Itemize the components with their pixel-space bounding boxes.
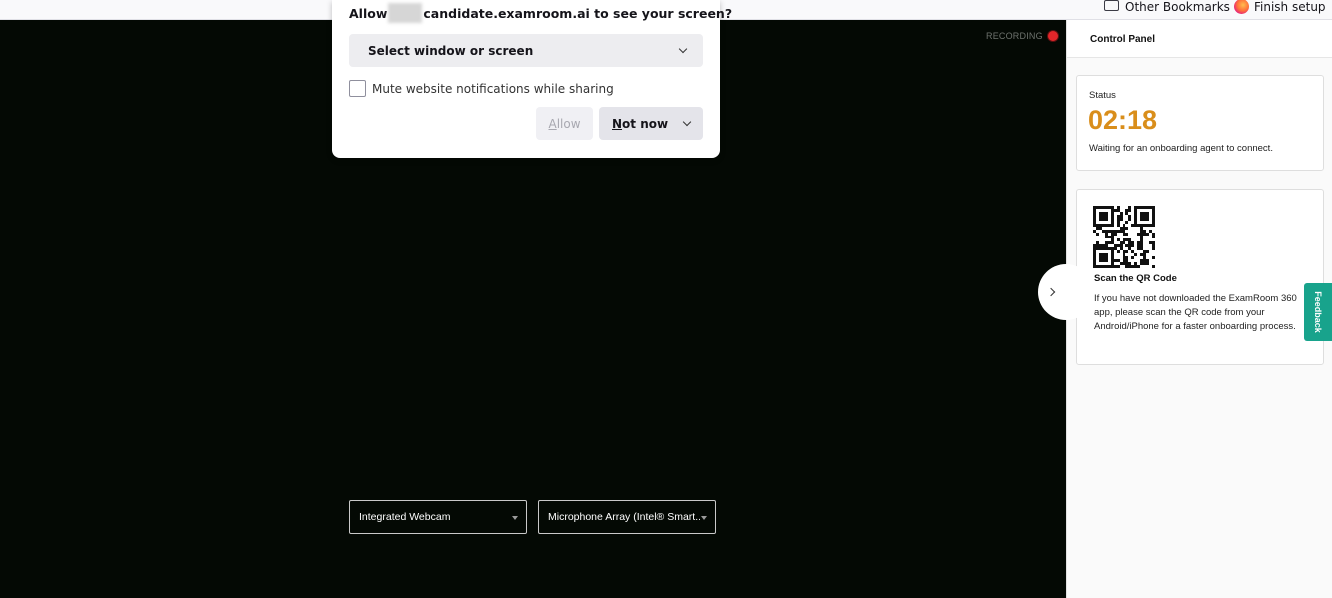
allow-button[interactable]: Allow <box>536 107 593 140</box>
qr-title: Scan the QR Code <box>1094 273 1177 284</box>
control-panel: Control Panel Status 02:18 Waiting for a… <box>1066 20 1332 598</box>
panel-title: Control Panel <box>1067 20 1332 58</box>
allow-button-label: Allow <box>548 117 581 131</box>
status-card: Status 02:18 Waiting for an onboarding a… <box>1076 75 1324 171</box>
caret-down-icon <box>512 516 518 520</box>
recording-label: RECORDING <box>986 31 1043 41</box>
status-label: Status <box>1089 90 1116 101</box>
qr-card: Scan the QR Code If you have not downloa… <box>1076 189 1324 365</box>
chevron-down-icon <box>678 44 688 54</box>
permission-title-prefix: Allow <box>349 5 388 21</box>
camera-select[interactable]: Integrated Webcam <box>349 500 527 534</box>
bookmark-finish-setup-label: Finish setup <box>1254 0 1326 14</box>
bookmark-other-bookmarks[interactable]: Other Bookmarks <box>1104 0 1230 14</box>
feedback-label: Feedback <box>1313 291 1323 333</box>
chevron-right-icon <box>1046 287 1056 297</box>
bookmark-finish-setup[interactable]: Finish setup <box>1234 0 1326 14</box>
microphone-select-value: Microphone Array (Intel® Smart... <box>548 511 700 523</box>
screen: Other Bookmarks Finish setup RECORDING I… <box>0 0 1332 598</box>
caret-down-icon <box>701 516 707 520</box>
mute-notifications-row: Mute website notifications while sharing <box>349 80 614 97</box>
permission-title: Allow candidate.examroom.ai to see your … <box>349 3 732 23</box>
permission-title-suffix: candidate.examroom.ai to see your screen… <box>423 5 733 21</box>
mute-notifications-checkbox[interactable] <box>349 80 366 97</box>
window-screen-select-label: Select window or screen <box>368 44 534 58</box>
qr-code <box>1093 206 1155 268</box>
not-now-button[interactable]: Not now <box>599 107 703 140</box>
window-screen-select[interactable]: Select window or screen <box>349 34 703 67</box>
recording-indicator: RECORDING <box>986 30 1058 42</box>
feedback-tab[interactable]: Feedback <box>1304 283 1332 341</box>
folder-icon <box>1104 0 1119 11</box>
qr-description: If you have not downloaded the ExamRoom … <box>1094 293 1297 332</box>
collapse-panel-button[interactable] <box>1038 264 1094 320</box>
screen-share-permission-dialog: Allow candidate.examroom.ai to see your … <box>332 0 732 158</box>
redacted-host <box>388 3 423 23</box>
chevron-down-icon <box>682 117 692 127</box>
recording-dot-icon <box>1047 31 1058 41</box>
mute-notifications-label[interactable]: Mute website notifications while sharing <box>372 82 614 96</box>
status-message: Waiting for an onboarding agent to conne… <box>1089 143 1273 154</box>
not-now-button-label: Not now <box>612 117 669 131</box>
microphone-select[interactable]: Microphone Array (Intel® Smart... <box>538 500 716 534</box>
camera-select-value: Integrated Webcam <box>359 511 451 523</box>
bookmark-other-bookmarks-label: Other Bookmarks <box>1125 0 1230 14</box>
status-timer: 02:18 <box>1088 105 1158 135</box>
firefox-icon <box>1234 0 1249 14</box>
